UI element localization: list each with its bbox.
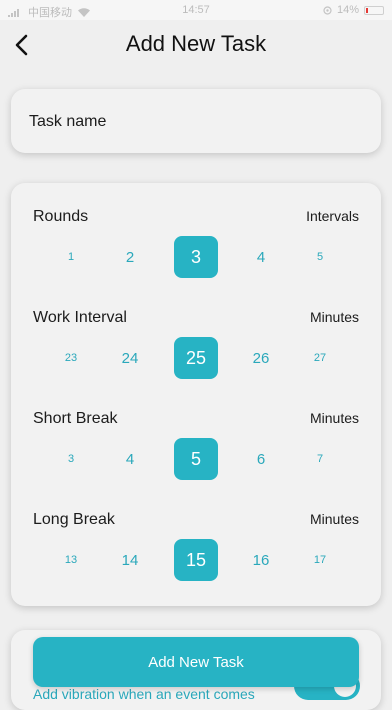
task-name-input[interactable]	[27, 89, 361, 155]
section-label: Rounds	[33, 208, 89, 225]
number-picker[interactable]: 12345	[11, 236, 381, 278]
section-work-interval: Work Interval Minutes 23 24 25 26 27	[11, 309, 381, 389]
battery-fill	[366, 7, 368, 13]
page-title: Add New Task	[125, 31, 267, 56]
status-bar: 中国移动 14:57 14%	[0, 0, 392, 20]
picker-option[interactable]: 23	[56, 337, 86, 379]
section-label: Short Break	[33, 410, 118, 427]
picker-option-selected[interactable]: 25	[174, 337, 218, 379]
picker-option[interactable]: 26	[246, 337, 276, 379]
number-picker[interactable]: 13 14 15 16 17	[11, 539, 381, 581]
section-label: Work Interval	[33, 309, 127, 326]
battery-percent: 14%	[336, 4, 359, 16]
section-short-break: Short Break Minutes 34567	[11, 410, 381, 490]
picker-option[interactable]: 6	[246, 438, 276, 480]
number-picker[interactable]: 23 24 25 26 27	[11, 337, 381, 379]
picker-option[interactable]: 3	[56, 438, 86, 480]
picker-option[interactable]: 13	[56, 539, 86, 581]
picker-option[interactable]: 14	[115, 539, 145, 581]
status-right: 14%	[323, 4, 384, 16]
add-new-task-button[interactable]: Add New Task	[33, 637, 359, 687]
picker-option-selected[interactable]: 5	[174, 438, 218, 480]
timer-settings-card: Rounds Intervals 12345 Work Interval Min…	[11, 183, 381, 606]
picker-option[interactable]: 17	[305, 539, 335, 581]
picker-option-selected[interactable]: 15	[174, 539, 218, 581]
picker-option[interactable]: 24	[115, 337, 145, 379]
section-rounds: Rounds Intervals 12345	[11, 208, 381, 288]
location-icon	[323, 5, 332, 15]
number-picker[interactable]: 34567	[11, 438, 381, 480]
picker-option[interactable]: 4	[115, 438, 145, 480]
header: Add New Task	[0, 20, 392, 72]
picker-option[interactable]: 1	[56, 236, 86, 278]
picker-option[interactable]: 27	[305, 337, 335, 379]
section-unit: Minutes	[309, 410, 359, 426]
picker-option-selected[interactable]: 3	[174, 236, 218, 278]
picker-option[interactable]: 2	[115, 236, 145, 278]
section-unit: Minutes	[309, 309, 359, 325]
picker-option[interactable]: 4	[246, 236, 276, 278]
section-label: Long Break	[33, 511, 115, 528]
battery-icon	[364, 5, 384, 15]
section-unit: Minutes	[309, 511, 359, 527]
task-name-card	[11, 89, 381, 155]
picker-option[interactable]: 16	[246, 539, 276, 581]
picker-option[interactable]: 5	[305, 236, 335, 278]
section-long-break: Long Break Minutes 13 14 15 16 17	[11, 511, 381, 591]
vibration-label: Add vibration when an event comes	[33, 686, 255, 702]
section-unit: Intervals	[306, 208, 359, 224]
picker-option[interactable]: 7	[305, 438, 335, 480]
